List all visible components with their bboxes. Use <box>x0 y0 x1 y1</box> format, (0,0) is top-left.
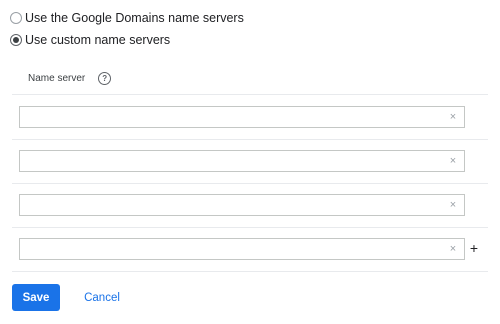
save-button[interactable]: Save <box>12 284 60 311</box>
name-server-input-4[interactable] <box>20 239 452 259</box>
name-server-input-row-4: × <box>19 238 465 260</box>
clear-icon[interactable]: × <box>447 198 459 212</box>
divider <box>12 139 488 140</box>
radio-label-google-domains: Use the Google Domains name servers <box>25 11 244 25</box>
help-circle-icon[interactable]: ? <box>98 71 112 85</box>
radio-button-unchecked[interactable] <box>10 12 22 24</box>
custom-name-servers-panel: Use the Google Domains name servers Use … <box>0 0 500 324</box>
name-server-header: Name server ? <box>28 70 112 86</box>
name-server-input-2[interactable] <box>20 151 452 171</box>
name-server-input-row-1: × <box>19 106 465 128</box>
divider <box>12 183 488 184</box>
divider <box>12 271 488 272</box>
divider <box>12 94 488 95</box>
name-server-input-1[interactable] <box>20 107 452 127</box>
add-icon[interactable]: + <box>469 241 479 255</box>
radio-button-checked[interactable] <box>10 34 22 46</box>
radio-option-custom[interactable]: Use custom name servers <box>10 30 170 50</box>
cancel-button[interactable]: Cancel <box>76 284 128 311</box>
radio-option-google-domains[interactable]: Use the Google Domains name servers <box>10 8 244 28</box>
radio-label-custom: Use custom name servers <box>25 33 171 47</box>
name-server-header-label: Name server <box>28 72 86 84</box>
name-server-input-row-2: × <box>19 150 465 172</box>
divider <box>12 227 488 228</box>
clear-icon[interactable]: × <box>447 154 459 168</box>
name-server-input-3[interactable] <box>20 195 452 215</box>
clear-icon[interactable]: × <box>447 110 459 124</box>
name-server-input-row-3: × <box>19 194 465 216</box>
clear-icon[interactable]: × <box>447 242 459 256</box>
